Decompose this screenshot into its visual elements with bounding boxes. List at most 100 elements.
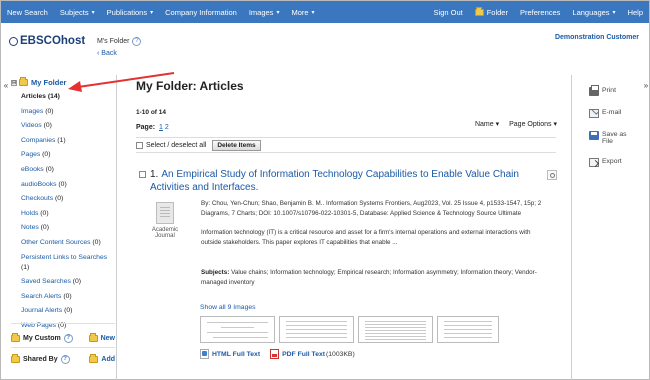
add-label: Add bbox=[101, 356, 115, 363]
annotation-arrow-shaft bbox=[77, 72, 175, 88]
help-icon[interactable]: ? bbox=[63, 334, 73, 343]
academic-journal-icon bbox=[156, 202, 174, 224]
sort-controls: Name ▾ Page Options ▾ bbox=[465, 120, 557, 128]
nav-images[interactable]: Images ▾ bbox=[243, 8, 286, 17]
nav-company-information[interactable]: Company Information bbox=[159, 8, 243, 17]
subjects-list: Value chains; Information technology; Em… bbox=[201, 269, 537, 286]
new-custom-folder-button[interactable]: New bbox=[88, 333, 115, 342]
chevron-down-icon: ▾ bbox=[493, 121, 500, 128]
nav-subjects[interactable]: Subjects ▾ bbox=[54, 8, 101, 17]
collapse-right-panel-icon[interactable]: » bbox=[642, 81, 650, 91]
sidebar-item-journal-alerts[interactable]: Journal Alerts (0) bbox=[21, 306, 117, 316]
page-link-2[interactable]: 2 bbox=[165, 124, 169, 131]
preview-zoom-icon[interactable] bbox=[547, 170, 557, 180]
back-link[interactable]: ‹ Back bbox=[97, 50, 117, 57]
nav-label: Languages bbox=[572, 7, 610, 17]
pdf-icon bbox=[270, 349, 280, 359]
my-folder-root[interactable]: ⊟ My Folder bbox=[11, 77, 66, 87]
image-thumbnail[interactable] bbox=[279, 316, 354, 343]
sidebar-item-holds[interactable]: Holds (0) bbox=[21, 209, 117, 219]
sidebar-item-label: Pages bbox=[21, 151, 41, 159]
print-tool[interactable]: Print bbox=[589, 85, 616, 96]
image-thumbnail[interactable] bbox=[437, 316, 499, 343]
sidebar-item-count: (0) bbox=[40, 209, 49, 217]
result-title: 1. An Empirical Study of Information Tech… bbox=[139, 168, 519, 194]
pdf-full-text-link[interactable]: PDF Full Text bbox=[282, 351, 325, 358]
back-link-label: Back bbox=[101, 50, 117, 57]
sidebar-item-pages[interactable]: Pages (0) bbox=[21, 150, 117, 160]
pdf-file-size: (1003KB) bbox=[326, 350, 355, 358]
nav-new-search[interactable]: New Search bbox=[1, 8, 54, 17]
publication-type: Academic Journal bbox=[147, 202, 183, 239]
sidebar-item-count: (0) bbox=[63, 292, 72, 300]
nav-preferences[interactable]: Preferences bbox=[514, 8, 566, 17]
chevron-down-icon: ▾ bbox=[276, 9, 280, 16]
results-range: 1-10 of 14 bbox=[136, 109, 166, 116]
sidebar-item-count: (0) bbox=[45, 107, 54, 115]
page-links: 12 bbox=[157, 124, 169, 131]
sidebar-item-saved-searches[interactable]: Saved Searches (0) bbox=[21, 277, 117, 287]
sidebar-item-label: Videos bbox=[21, 122, 42, 130]
sidebar-item-persistent-links-to-searches[interactable]: Persistent Links to Searches (1) bbox=[21, 253, 117, 273]
select-all-checkbox[interactable] bbox=[136, 141, 143, 149]
sidebar-item-label: Search Alerts bbox=[21, 292, 62, 300]
sidebar-item-checkouts[interactable]: Checkouts (0) bbox=[21, 194, 117, 204]
email-icon bbox=[589, 109, 599, 118]
folder-icon bbox=[474, 6, 484, 16]
pagination: Page: 12 bbox=[136, 124, 169, 131]
sidebar-item-audiobooks[interactable]: audioBooks (0) bbox=[21, 180, 117, 190]
nav-more[interactable]: More ▾ bbox=[285, 8, 320, 17]
image-thumbnail[interactable] bbox=[358, 316, 433, 343]
delete-items-button[interactable]: Delete Items bbox=[212, 139, 261, 151]
add-shared-folder-button[interactable]: Add bbox=[89, 354, 115, 363]
email-tool[interactable]: E-mail bbox=[589, 109, 621, 118]
sidebar-item-count: (0) bbox=[55, 195, 64, 203]
folder-title-text: M's Folder bbox=[97, 38, 130, 45]
help-icon[interactable]: ? bbox=[132, 37, 142, 46]
sidebar-item-count: (0) bbox=[72, 278, 82, 286]
sidebar-item-images[interactable]: Images (0) bbox=[21, 107, 117, 117]
sidebar-item-notes[interactable]: Notes (0) bbox=[21, 223, 117, 233]
select-bar: Select / deselect all Delete Items bbox=[136, 137, 556, 153]
nav-help[interactable]: Help bbox=[622, 8, 649, 17]
nav-label: Preferences bbox=[519, 7, 561, 17]
annotation-arrow-head bbox=[68, 81, 82, 92]
page-options-dropdown[interactable]: Page Options ▾ bbox=[509, 120, 557, 128]
ebscohost-logo[interactable]: EBSCOhost bbox=[9, 35, 85, 47]
save-as-file-tool[interactable]: Save as File bbox=[589, 131, 635, 145]
publication-type-label: Academic Journal bbox=[151, 227, 179, 239]
html-full-text-link[interactable]: HTML Full Text bbox=[212, 351, 260, 358]
nav-sign-out[interactable]: Sign Out bbox=[428, 8, 469, 17]
save-icon bbox=[589, 131, 599, 140]
image-thumbnail[interactable] bbox=[200, 316, 275, 343]
sidebar-item-label: Saved Searches bbox=[21, 278, 71, 286]
collapse-tree-icon[interactable]: ⊟ bbox=[11, 79, 17, 86]
nav-folder[interactable]: Folder bbox=[469, 6, 514, 17]
page-link-1[interactable]: 1 bbox=[159, 124, 163, 131]
add-folder-icon bbox=[89, 354, 99, 363]
email-label: E-mail bbox=[602, 109, 622, 116]
sidebar-item-other-content-sources[interactable]: Other Content Sources (0) bbox=[21, 238, 117, 248]
sidebar-item-label: Notes bbox=[21, 224, 39, 232]
show-all-images-link[interactable]: Show all 9 Images bbox=[200, 304, 256, 311]
my-custom-label: My Custom bbox=[23, 335, 61, 342]
nav-left-group: New Search Subjects ▾ Publications ▾ Company … bbox=[1, 8, 321, 17]
nav-languages[interactable]: Languages ▾ bbox=[566, 8, 621, 17]
new-label: New bbox=[100, 335, 115, 342]
tools-panel: Print E-mail Save as File Export bbox=[579, 81, 639, 380]
institution-name: Demonstration Customer bbox=[554, 34, 639, 41]
sidebar-item-ebooks[interactable]: eBooks (0) bbox=[21, 165, 117, 175]
sidebar-item-search-alerts[interactable]: Search Alerts (0) bbox=[21, 292, 117, 302]
result-abstract: Information technology (IT) is a critica… bbox=[201, 229, 531, 246]
collapse-left-panel-icon[interactable]: « bbox=[2, 81, 10, 91]
sidebar-item-videos[interactable]: Videos (0) bbox=[21, 121, 117, 131]
sort-dropdown[interactable]: Name ▾ bbox=[475, 120, 499, 128]
result-checkbox[interactable] bbox=[139, 171, 146, 178]
export-tool[interactable]: Export bbox=[589, 158, 622, 167]
result-title-link[interactable]: An Empirical Study of Information Techno… bbox=[150, 169, 519, 193]
html-full-text-icon bbox=[200, 349, 209, 359]
help-icon[interactable]: ? bbox=[60, 355, 70, 364]
sidebar-item-companies[interactable]: Companies (1) bbox=[21, 136, 117, 146]
nav-publications[interactable]: Publications ▾ bbox=[101, 8, 159, 17]
nav-label: Company Information bbox=[165, 7, 237, 17]
